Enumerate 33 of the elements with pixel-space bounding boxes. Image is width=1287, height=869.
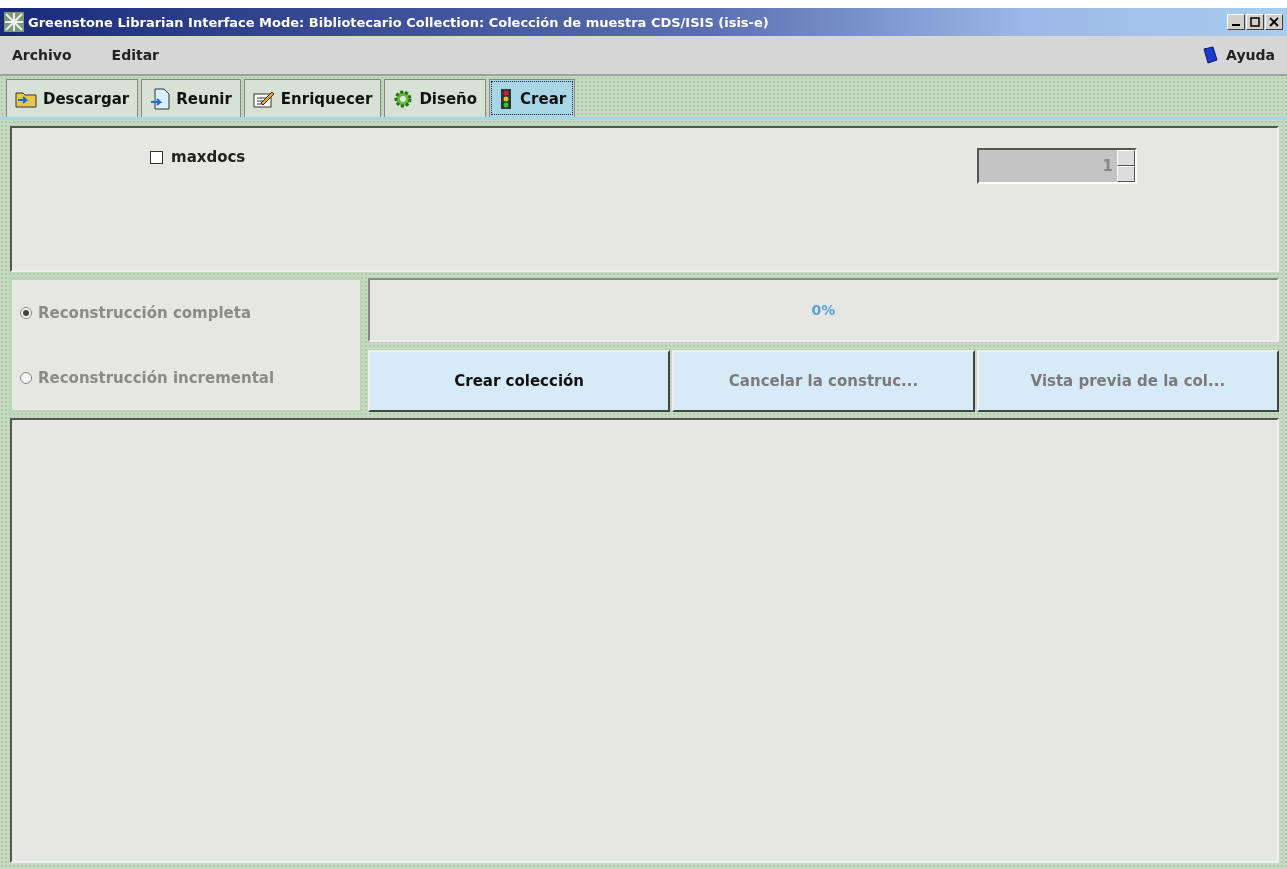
tab[interactable]: Crear: [489, 79, 576, 117]
radio-label: Reconstrucción completa: [38, 303, 252, 322]
menu-item[interactable]: Archivo: [12, 47, 72, 63]
tab-label: Crear: [520, 89, 567, 108]
folder-icon: [15, 89, 37, 108]
tab-label: Descargar: [43, 89, 130, 108]
radio-label: Reconstrucción incremental: [38, 368, 275, 387]
action-button[interactable]: Crear colección: [368, 350, 671, 412]
radio-dot-icon: [23, 309, 29, 316]
minimize-icon: [1232, 24, 1240, 26]
pencil-icon: [252, 89, 275, 108]
close-button[interactable]: [1265, 14, 1283, 30]
minimize-button[interactable]: [1227, 14, 1245, 30]
menu-item[interactable]: Editar: [111, 47, 159, 63]
checkbox[interactable]: [150, 150, 163, 164]
checkbox-label: maxdocs: [171, 148, 246, 166]
document-icon: [150, 87, 171, 110]
help-menu[interactable]: Ayuda: [1202, 46, 1275, 64]
tab[interactable]: Diseño: [384, 79, 487, 117]
tab[interactable]: Reunir: [141, 79, 241, 117]
window-title: Greenstone Librarian Interface Mode: Bibliotecario Collection: Colección de muestra CDS/ISIS (isis-e): [28, 14, 770, 30]
maximize-button[interactable]: [1246, 14, 1264, 30]
tab[interactable]: Descargar: [6, 79, 139, 117]
maximize-icon: [1250, 17, 1260, 27]
close-icon: [1269, 17, 1279, 27]
tab-label: Diseño: [419, 89, 478, 108]
book-icon: [1202, 46, 1219, 64]
progress-reading: 0%: [811, 302, 836, 318]
tab[interactable]: Enriquecer: [243, 79, 382, 117]
tab-label: Enriquecer: [280, 89, 373, 108]
tab-label: Reunir: [176, 89, 232, 108]
app-icon: [4, 12, 24, 32]
gear-icon: [393, 88, 414, 109]
